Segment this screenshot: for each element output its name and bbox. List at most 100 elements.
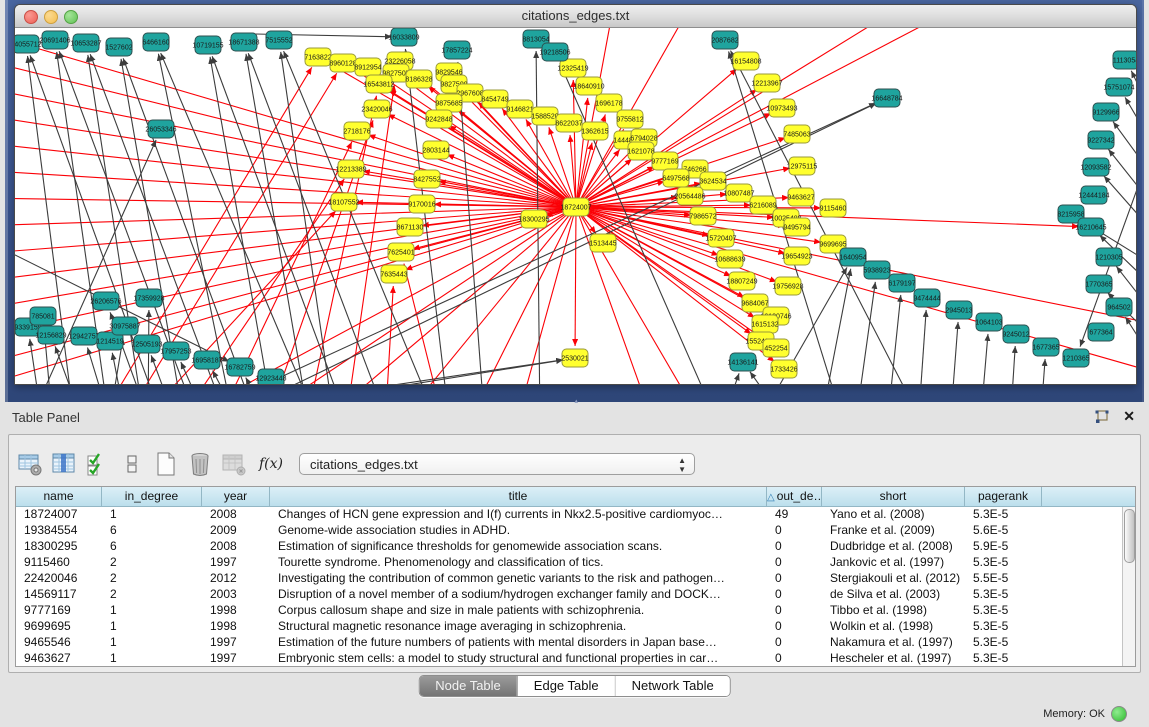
graph-edge[interactable] bbox=[15, 170, 576, 207]
table-cell-pagerank[interactable]: 5.3E-5 bbox=[965, 651, 1042, 667]
graph-node[interactable]: 9242848 bbox=[425, 110, 452, 128]
graph-node[interactable]: 9474444 bbox=[913, 289, 940, 307]
graph-edge[interactable] bbox=[575, 207, 576, 346]
table-cell-year[interactable]: 1998 bbox=[202, 603, 270, 619]
graph-node[interactable]: 8427552 bbox=[413, 170, 440, 188]
graph-edge[interactable] bbox=[576, 143, 592, 207]
table-cell-pagerank[interactable]: 5.9E-5 bbox=[965, 539, 1042, 555]
tab-network-table[interactable]: Network Table bbox=[615, 676, 730, 696]
table-cell-title[interactable]: Genome-wide association studies in ADHD. bbox=[270, 523, 767, 539]
graph-node[interactable]: 9227342 bbox=[1087, 131, 1114, 149]
table-cell-out_de[interactable]: 49 bbox=[767, 507, 822, 523]
table-cell-year[interactable]: 1997 bbox=[202, 651, 270, 667]
column-header-name[interactable]: name bbox=[16, 487, 102, 507]
graph-node[interactable]: 8960128 bbox=[329, 54, 356, 72]
table-cell-title[interactable]: Estimation of significance thresholds fo… bbox=[270, 539, 767, 555]
graph-node[interactable]: 6216089 bbox=[749, 196, 776, 214]
column-header-title[interactable]: title bbox=[270, 487, 767, 507]
graph-edge[interactable] bbox=[55, 346, 85, 384]
splitter-grip-icon[interactable]: ▴ bbox=[575, 399, 584, 404]
graph-node[interactable]: 12444184 bbox=[1078, 186, 1109, 204]
graph-node[interactable]: 16210645 bbox=[1075, 218, 1106, 236]
table-cell-out_de[interactable]: 0 bbox=[767, 539, 822, 555]
table-row[interactable]: 946554611997Estimation of the future num… bbox=[16, 635, 1135, 651]
graph-node[interactable]: 2718176 bbox=[343, 122, 370, 140]
graph-node[interactable]: 7515552 bbox=[265, 31, 292, 49]
tab-node-table[interactable]: Node Table bbox=[419, 676, 517, 696]
graph-node[interactable]: 1210305 bbox=[1095, 248, 1122, 266]
graph-node[interactable]: 19218506 bbox=[539, 43, 570, 61]
table-cell-short[interactable]: Tibbo et al. (1998) bbox=[822, 603, 965, 619]
table-row[interactable]: 1456911722003Disruption of a novel membe… bbox=[16, 587, 1135, 603]
table-cell-year[interactable]: 1997 bbox=[202, 635, 270, 651]
table-settings-icon[interactable] bbox=[17, 451, 43, 477]
citation-network-graph[interactable]: 1872400771638228960128891295423226058982… bbox=[15, 28, 1136, 384]
table-cell-name[interactable]: 22420046 bbox=[16, 571, 102, 587]
graph-node[interactable]: 1362615 bbox=[581, 122, 608, 140]
table-cell-title[interactable]: Tourette syndrome. Phenomenology and cla… bbox=[270, 555, 767, 571]
table-cell-out_de[interactable]: 0 bbox=[767, 603, 822, 619]
graph-node[interactable]: 9777169 bbox=[651, 152, 678, 170]
graph-node[interactable]: 18300295 bbox=[518, 210, 549, 228]
graph-node[interactable]: 12942757 bbox=[68, 327, 99, 345]
table-cell-pagerank[interactable]: 5.5E-5 bbox=[965, 571, 1042, 587]
table-cell-out_de[interactable]: 0 bbox=[767, 587, 822, 603]
graph-node[interactable]: 1210365 bbox=[1062, 349, 1089, 367]
table-row[interactable]: 1938455462009Genome-wide association stu… bbox=[16, 523, 1135, 539]
table-cell-pagerank[interactable]: 5.3E-5 bbox=[965, 603, 1042, 619]
graph-node[interactable]: 9115460 bbox=[820, 199, 847, 217]
graph-edge[interactable] bbox=[388, 114, 576, 207]
table-cell-pagerank[interactable]: 5.3E-5 bbox=[965, 619, 1042, 635]
show-columns-icon[interactable] bbox=[51, 451, 77, 477]
table-cell-pagerank[interactable]: 5.3E-5 bbox=[965, 587, 1042, 603]
table-cell-name[interactable]: 9777169 bbox=[16, 603, 102, 619]
graph-edge[interactable] bbox=[1125, 97, 1136, 162]
graph-node[interactable]: 7635443 bbox=[380, 265, 407, 283]
graph-node[interactable]: 8186328 bbox=[405, 70, 432, 88]
graph-node[interactable]: 1733426 bbox=[770, 360, 797, 378]
column-header-in_degree[interactable]: in_degree bbox=[102, 487, 202, 507]
graph-node[interactable]: 964502 bbox=[1106, 298, 1132, 316]
graph-node[interactable]: 6179197 bbox=[888, 274, 915, 292]
graph-node[interactable]: 10688639 bbox=[714, 250, 745, 268]
graph-node[interactable]: 9755812 bbox=[616, 110, 643, 128]
graph-node[interactable]: 9875685 bbox=[435, 94, 462, 112]
memory-status-led-icon[interactable] bbox=[1111, 706, 1127, 722]
graph-node[interactable]: 8622037 bbox=[555, 114, 582, 132]
graph-node[interactable]: 3624534 bbox=[699, 172, 726, 190]
graph-node[interactable]: 16033809 bbox=[388, 28, 419, 46]
table-cell-out_de[interactable]: 0 bbox=[767, 555, 822, 571]
graph-edge[interactable] bbox=[887, 295, 901, 384]
table-row[interactable]: 977716911998Corpus callosum shape and si… bbox=[16, 603, 1135, 619]
network-table-selector[interactable]: citations_edges.txt ▲▼ bbox=[299, 453, 695, 475]
graph-node[interactable]: 16154808 bbox=[730, 52, 761, 70]
table-cell-short[interactable]: de Silva et al. (2003) bbox=[822, 587, 965, 603]
select-rows-icon[interactable] bbox=[85, 451, 111, 477]
delete-table-icon[interactable] bbox=[187, 451, 213, 477]
table-row[interactable]: 946362711997Embryonic stem cells: a mode… bbox=[16, 651, 1135, 667]
table-cell-name[interactable]: 9699695 bbox=[16, 619, 102, 635]
table-cell-short[interactable]: Yano et al. (2008) bbox=[822, 507, 965, 523]
graph-node[interactable]: 1527602 bbox=[105, 38, 132, 56]
graph-node[interactable]: 18107552 bbox=[328, 193, 359, 211]
table-cell-title[interactable]: Estimation of the future numbers of pati… bbox=[270, 635, 767, 651]
table-cell-pagerank[interactable]: 5.6E-5 bbox=[965, 523, 1042, 539]
table-cell-out_de[interactable]: 0 bbox=[767, 635, 822, 651]
graph-node[interactable]: 18640910 bbox=[573, 77, 604, 95]
graph-node[interactable]: 2803144 bbox=[422, 141, 449, 159]
new-table-icon[interactable] bbox=[153, 451, 179, 477]
graph-edge[interactable] bbox=[1010, 346, 1015, 384]
graph-node[interactable]: 20691406 bbox=[39, 31, 70, 49]
graph-hub-node[interactable]: 18724007 bbox=[560, 198, 591, 216]
table-cell-short[interactable]: Nakamura et al. (1997) bbox=[822, 635, 965, 651]
graph-node[interactable]: 677364 bbox=[1088, 323, 1114, 341]
column-header-year[interactable]: year bbox=[202, 487, 270, 507]
graph-node[interactable]: 10653287 bbox=[70, 34, 101, 52]
table-cell-in_degree[interactable]: 1 bbox=[102, 651, 202, 667]
graph-node[interactable]: 9146821 bbox=[506, 100, 533, 118]
table-cell-year[interactable]: 2012 bbox=[202, 571, 270, 587]
graph-node[interactable]: 19654923 bbox=[781, 247, 812, 265]
graph-node[interactable]: 9245012 bbox=[1002, 325, 1029, 343]
graph-node[interactable]: 26053346 bbox=[145, 120, 176, 138]
table-row[interactable]: 1872400712008Changes of HCN gene express… bbox=[16, 507, 1135, 523]
